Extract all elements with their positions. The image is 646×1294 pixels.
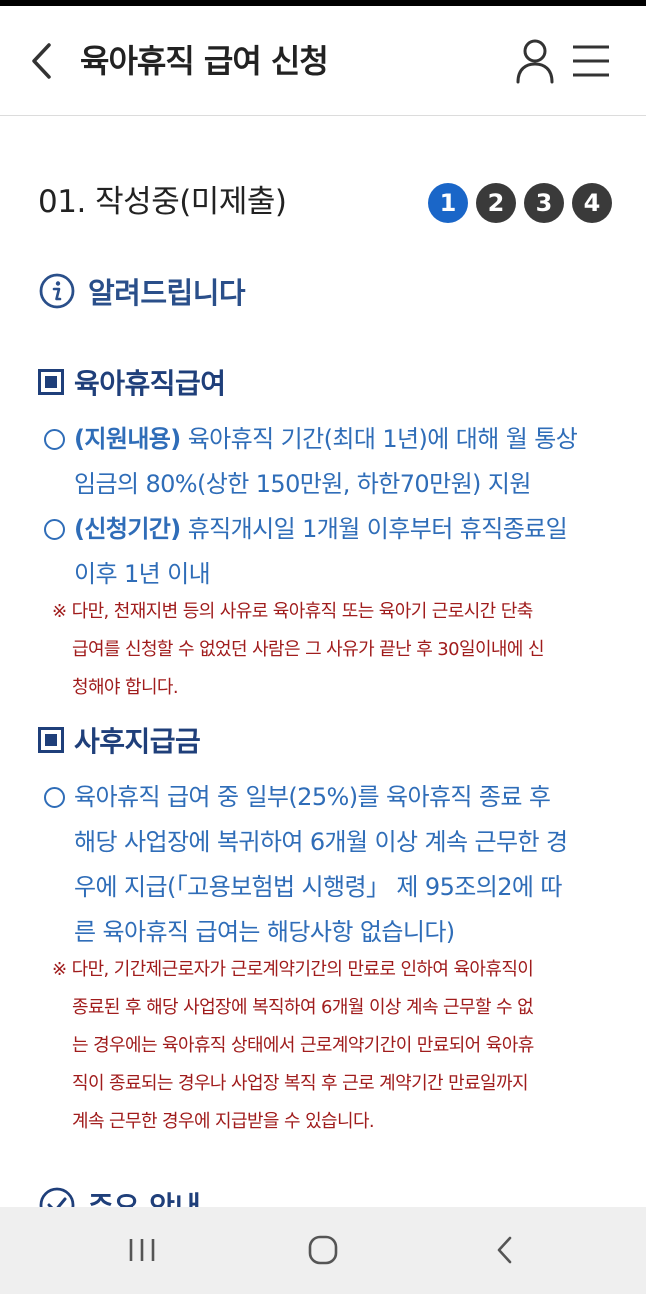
step-4[interactable]: 4	[572, 183, 612, 223]
step-status-row: 01. 작성중(미제출) 1 2 3 4	[38, 177, 612, 227]
section-heading-childcare-leave-benefit: 육아휴직급여	[38, 362, 226, 402]
checkbox-square-icon	[38, 727, 64, 753]
bullet-label: (신청기간)	[74, 515, 181, 543]
home-button[interactable]	[293, 1225, 353, 1275]
step-1[interactable]: 1	[428, 183, 468, 223]
step-indicator: 1 2 3 4	[428, 183, 612, 223]
nav-back-button[interactable]	[475, 1225, 535, 1275]
hamburger-menu-icon	[573, 45, 609, 77]
step-2[interactable]: 2	[476, 183, 516, 223]
warning-note: ※ 다만, 기간제근로자가 근로계약기간의 만료로 인하여 육아휴직이 종료된 …	[52, 959, 534, 1132]
chevron-left-icon	[32, 43, 51, 79]
section-title: 사후지급금	[74, 725, 201, 758]
recent-apps-button[interactable]	[112, 1225, 172, 1275]
bullet-text: 휴직개시일 1개월 이후부터 휴직종료일	[180, 515, 568, 543]
bullet-text: 육아휴직 급여 중 일부(25%)를 육아휴직 종료 후	[74, 783, 551, 811]
menu-button[interactable]	[566, 36, 616, 86]
bullet-text: 임금의 80%(상한 150만원, 하한70만원) 지원	[74, 470, 531, 498]
android-navigation-bar	[0, 1207, 646, 1294]
recent-apps-icon	[129, 1239, 155, 1261]
bullet-text: 육아휴직 기간(최대 1년)에 대해 월 통상	[180, 425, 578, 453]
page-title: 육아휴직 급여 신청	[80, 42, 329, 80]
bullet-text: 해당 사업장에 복귀하여 6개월 이상 계속 근무한 경	[74, 828, 568, 856]
bullet-text: 우에 지급(「고용보험법 시행령」 제 95조의2에 따	[74, 873, 562, 901]
step-status-title: 01. 작성중(미제출)	[38, 184, 287, 220]
section-heading-deferred-payment: 사후지급금	[38, 720, 201, 760]
home-icon	[308, 1235, 338, 1265]
app-header: 육아휴직 급여 신청	[0, 6, 646, 116]
notice-heading: 알려드립니다	[38, 269, 246, 313]
warning-note: ※ 다만, 천재지변 등의 사유로 육아휴직 또는 육아기 근로시간 단축 급여…	[52, 601, 545, 698]
step-3[interactable]: 3	[524, 183, 564, 223]
checkbox-square-icon	[38, 369, 64, 395]
chevron-left-icon	[497, 1236, 512, 1264]
info-icon	[39, 273, 75, 309]
section-title: 육아휴직급여	[74, 367, 226, 400]
bullet-deferred-payment: 육아휴직 급여 중 일부(25%)를 육아휴직 종료 후 해당 사업장에 복귀하…	[44, 775, 614, 955]
bullet-application-period: (신청기간) 휴직개시일 1개월 이후부터 휴직종료일 이후 1년 이내	[44, 507, 614, 597]
back-button[interactable]	[22, 36, 62, 86]
section-title: 주요 안내	[88, 1190, 201, 1207]
main-content[interactable]: 01. 작성중(미제출) 1 2 3 4 알려드립니다 육아휴직급여 (지원내용…	[0, 117, 646, 1207]
circle-bullet-icon	[44, 429, 65, 450]
check-circle-icon	[39, 1187, 75, 1207]
user-icon	[516, 39, 554, 84]
section-heading-key-info: 주요 안내	[38, 1185, 201, 1207]
notice-title: 알려드립니다	[88, 276, 246, 310]
bullet-support-content: (지원내용) 육아휴직 기간(최대 1년)에 대해 월 통상 임금의 80%(상…	[44, 417, 614, 507]
bullet-label: (지원내용)	[74, 425, 181, 453]
circle-bullet-icon	[44, 787, 65, 808]
circle-bullet-icon	[44, 519, 65, 540]
bullet-text: 이후 1년 이내	[74, 560, 211, 588]
user-button[interactable]	[510, 36, 560, 86]
bullet-text: 른 육아휴직 급여는 해당사항 없습니다)	[74, 918, 455, 946]
